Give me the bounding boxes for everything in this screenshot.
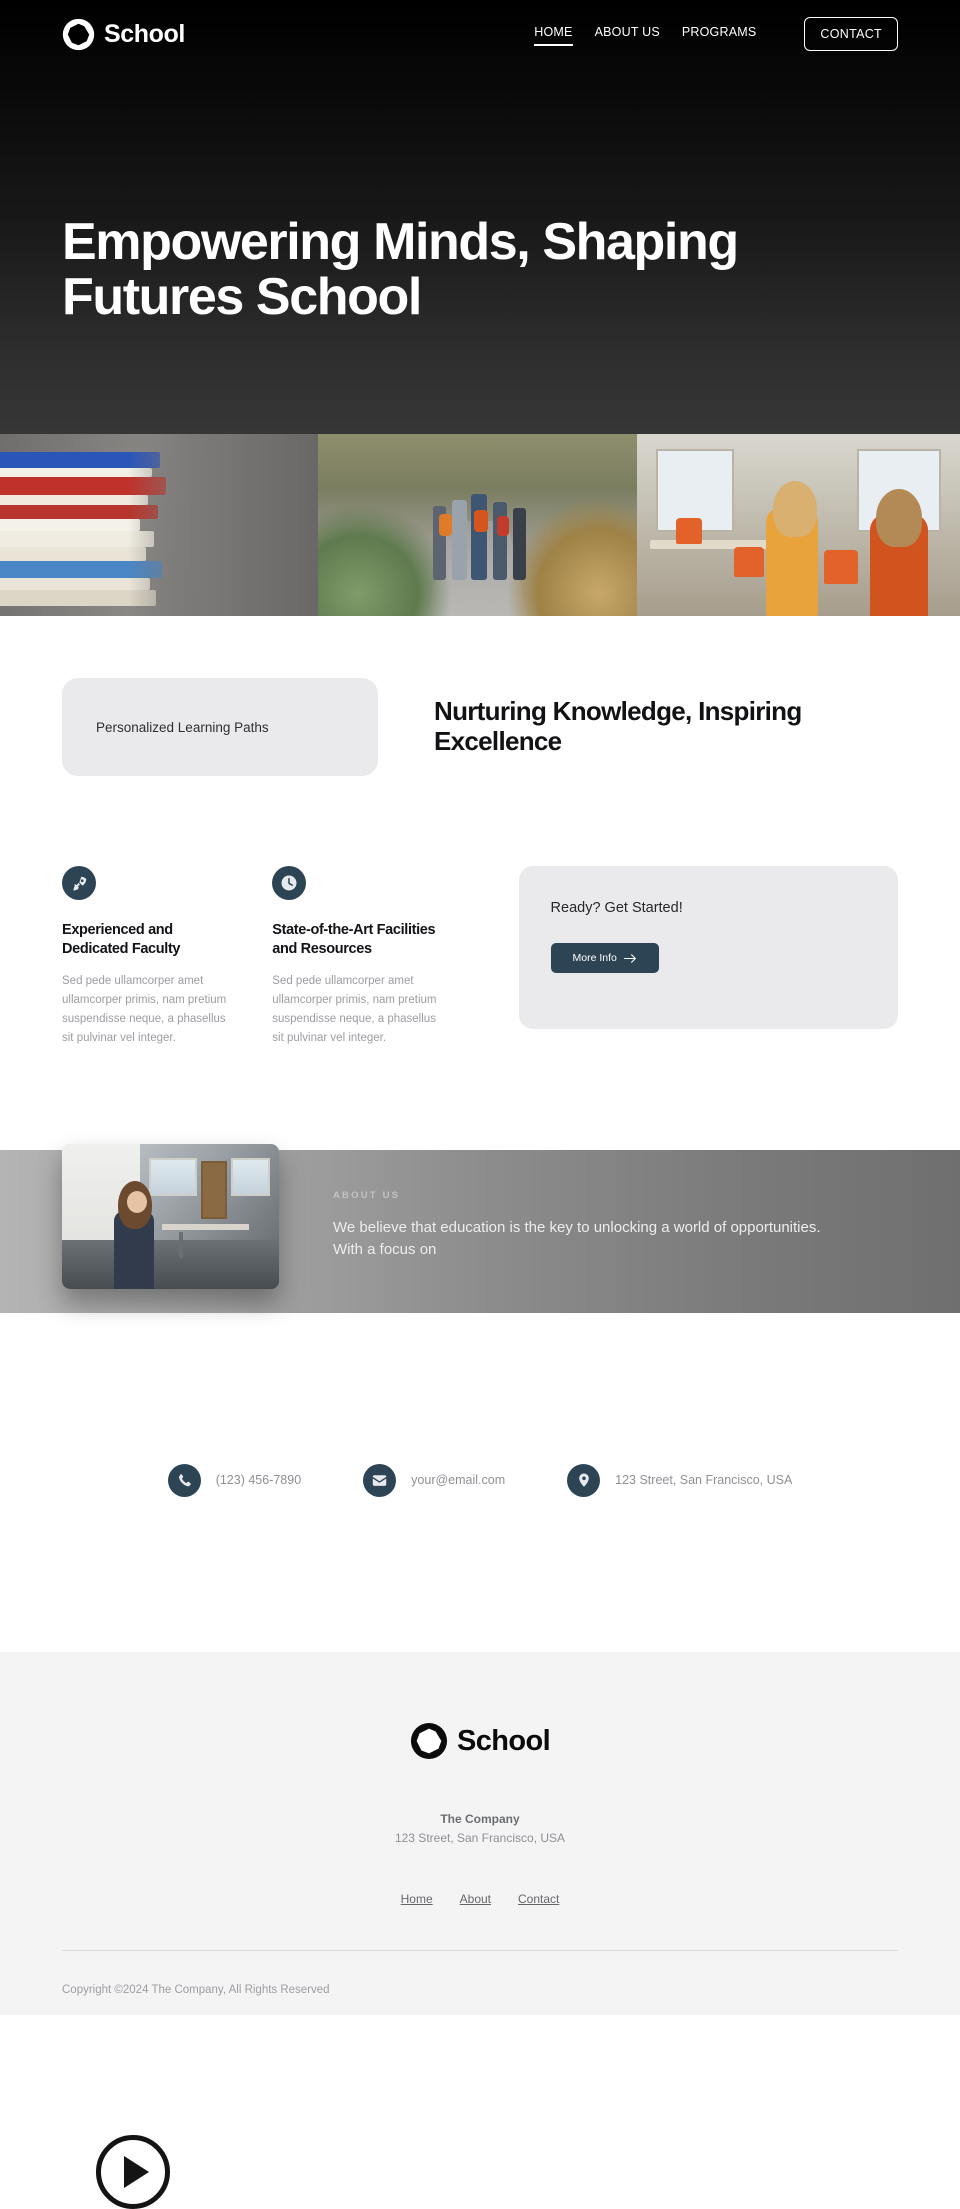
feature-body: Sed pede ullamcorper amet ullamcorper pr…	[272, 975, 437, 1044]
student-figure	[451, 499, 467, 580]
contact-info-row: (123) 456-7890 your@email.com 123 Street…	[0, 1463, 960, 1497]
video-window	[148, 1158, 197, 1197]
clock-icon	[272, 866, 307, 900]
footer-address: 123 Street, San Francisco, USA	[394, 1831, 566, 1845]
backpack	[439, 513, 453, 536]
nav-item-programs[interactable]: PROGRAMS	[682, 25, 757, 44]
classroom-chair	[824, 550, 859, 585]
intro-section: Personalized Learning Paths Nurturing Kn…	[0, 616, 960, 776]
video-floor	[62, 1239, 279, 1289]
cta-title: Ready? Get Started!	[550, 900, 683, 916]
about-text-block: ABOUT US We believe that education is th…	[333, 1190, 853, 1262]
video-window	[231, 1158, 271, 1197]
contact-address[interactable]: 123 Street, San Francisco, USA	[567, 1463, 793, 1497]
nav-item-about-us[interactable]: ABOUT US	[595, 25, 660, 44]
more-info-button[interactable]: More Info	[550, 943, 659, 973]
feature-title: State-of-the-Art Facilities and Resource…	[272, 922, 436, 957]
about-eyebrow: ABOUT US	[333, 1189, 401, 1201]
arrow-right-icon	[623, 953, 636, 963]
rocket-icon	[62, 866, 96, 900]
strip-image-books	[0, 434, 318, 616]
contact-button[interactable]: CONTACT	[804, 17, 898, 51]
grass-left	[318, 503, 452, 616]
backpack	[474, 510, 489, 533]
footer-links: Home About Contact	[62, 1892, 898, 1906]
student-figure	[512, 507, 526, 580]
books-blur-overlay	[128, 434, 318, 616]
video-person-face	[127, 1190, 148, 1213]
footer-copyright: Copyright ©2024 The Company, All Rights …	[62, 1984, 330, 1996]
footer-divider	[62, 1950, 898, 1951]
classroom-chair	[675, 517, 702, 544]
phone-icon	[167, 1463, 201, 1497]
play-icon[interactable]	[96, 2134, 170, 2209]
student-hair	[876, 488, 923, 547]
envelope-icon	[363, 1463, 397, 1497]
strip-image-students-walking	[318, 434, 637, 616]
footer-link-contact[interactable]: Contact	[518, 1892, 559, 1906]
about-copy: We believe that education is the key to …	[333, 1218, 821, 1259]
intro-heading: Nurturing Knowledge, Inspiring Excellenc…	[434, 696, 802, 757]
personalized-learning-label: Personalized Learning Paths	[96, 719, 269, 735]
video-door	[200, 1161, 227, 1220]
hero-title: Empowering Minds, Shaping Futures School	[62, 213, 739, 327]
footer-company-name: The Company	[440, 1812, 520, 1826]
get-started-card: Ready? Get Started! More Info	[518, 866, 899, 1029]
strip-image-classroom	[637, 434, 960, 616]
contact-phone[interactable]: (123) 456-7890	[167, 1463, 302, 1497]
map-pin-icon	[567, 1463, 601, 1497]
brand-name: School	[104, 19, 185, 48]
brand-logo[interactable]: School	[62, 18, 185, 51]
student-hair	[772, 481, 817, 538]
about-video-thumbnail[interactable]	[62, 1143, 279, 1289]
grass-right	[509, 499, 637, 616]
video-desk-leg	[179, 1232, 184, 1259]
footer-link-about[interactable]: About	[460, 1892, 491, 1906]
about-section: ABOUT US We believe that education is th…	[0, 1143, 960, 2209]
hero-image-strip	[0, 434, 960, 616]
student-figure	[493, 501, 508, 580]
personalized-learning-card: Personalized Learning Paths	[62, 678, 378, 776]
play-triangle	[124, 2155, 149, 2188]
more-info-label: More Info	[572, 952, 617, 964]
feature-body: Sed pede ullamcorper amet ullamcorper pr…	[62, 975, 227, 1044]
feature-card-faculty: Experienced and Dedicated Faculty Sed pe…	[62, 866, 234, 1048]
student-figure	[471, 493, 488, 580]
feature-title: Experienced and Dedicated Faculty	[62, 922, 181, 957]
contact-email-text: your@email.com	[411, 1473, 506, 1488]
contact-email[interactable]: your@email.com	[363, 1463, 506, 1497]
octagon-circle-logo-icon	[410, 1722, 448, 1760]
site-footer: School The Company 123 Street, San Franc…	[0, 1652, 960, 2015]
feature-card-facilities: State-of-the-Art Facilities and Resource…	[272, 866, 444, 1048]
video-desk	[161, 1223, 249, 1230]
main-navigation: School HOME ABOUT US PROGRAMS CONTACT	[0, 0, 960, 68]
nav-item-home[interactable]: HOME	[534, 25, 573, 46]
footer-brand-name: School	[456, 1724, 551, 1757]
backpack	[496, 515, 509, 536]
features-section: Experienced and Dedicated Faculty Sed pe…	[0, 776, 960, 1048]
octagon-circle-logo-icon	[62, 18, 95, 50]
footer-brand[interactable]: School	[62, 1722, 898, 1760]
hero-section: School HOME ABOUT US PROGRAMS CONTACT Em…	[0, 0, 960, 434]
contact-phone-text: (123) 456-7890	[215, 1473, 302, 1488]
nav-links: HOME ABOUT US PROGRAMS CONTACT	[534, 17, 898, 51]
footer-link-home[interactable]: Home	[401, 1892, 433, 1906]
contact-address-text: 123 Street, San Francisco, USA	[615, 1473, 793, 1488]
classroom-chair	[733, 546, 764, 577]
